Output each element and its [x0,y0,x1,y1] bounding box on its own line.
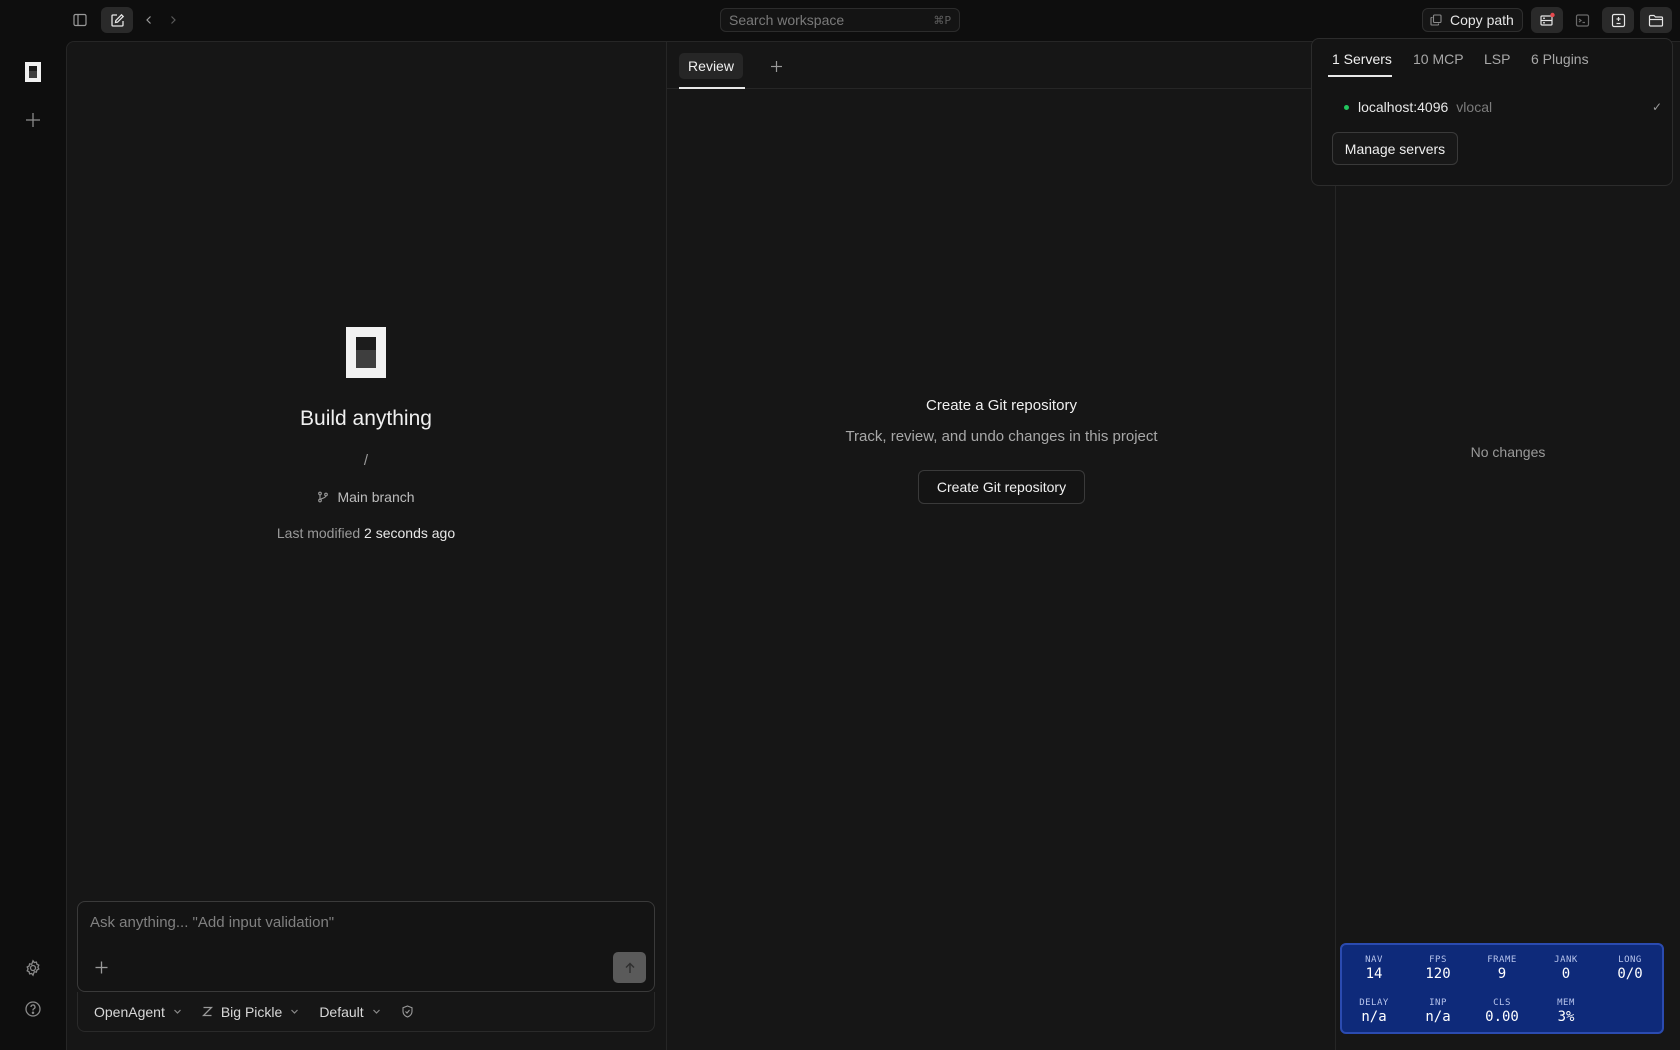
variant-label: Default [319,1003,364,1020]
server-version: vlocal [1456,99,1493,115]
toggle-sidebar-button[interactable] [64,7,96,33]
chevron-down-icon [372,1009,380,1014]
perf-monitor: NAV 14 FPS 120 FRAME 9 JANK 0 LONG 0/0 DELAY n… [1340,943,1664,1034]
tab-mcp[interactable]: 10 MCP [1413,51,1464,67]
review-panel: Review Create a Git repository Track, re… [667,41,1336,1050]
metric-delay: DELAY n/a [1359,998,1389,1025]
plus-icon [95,961,107,973]
help-icon [25,1001,41,1017]
variant-select[interactable]: Default [319,1004,380,1020]
status-button[interactable] [1531,7,1563,33]
new-session-button[interactable] [101,7,133,33]
tab-lsp[interactable]: LSP [1484,51,1510,67]
project-path: / [363,452,369,469]
search-shortcut: ⌘P [933,13,951,27]
project-button[interactable] [17,56,49,88]
metric-fps: FPS 120 [1425,955,1451,982]
plus-icon [26,113,40,127]
git-branch-icon [318,491,329,503]
top-bar: Search workspace ⌘P Copy path [0,0,1680,40]
tab-active-indicator [679,87,745,89]
chevron-down-icon [291,1009,299,1014]
app-logo-icon [25,62,41,82]
metric-mem: MEM 3% [1557,998,1575,1025]
prompt-toolbar: OpenAgent Big Pickle Default [77,992,655,1032]
no-changes-label: No changes [1470,444,1546,460]
plus-icon [770,60,782,72]
metric-inp: INP n/a [1425,998,1451,1025]
empty-state-subtitle: Track, review, and undo changes in this … [845,428,1158,445]
branch-info: Main branch [66,489,666,505]
tab-plugins[interactable]: 6 Plugins [1531,51,1589,67]
permissions-button[interactable] [401,1005,414,1018]
tab-servers[interactable]: 1 Servers [1332,51,1392,67]
server-status-icon [1540,12,1555,26]
status-dot [1344,104,1349,110]
agent-select[interactable]: OpenAgent [94,1004,182,1020]
last-modified-time: 2 seconds ago [364,525,456,541]
chevron-down-icon [173,1009,181,1014]
model-label: Big Pickle [220,1003,283,1020]
page-title: Build anything [300,407,432,430]
arrow-up-icon [625,962,634,973]
metric-nav: NAV 14 [1365,955,1383,982]
search-placeholder: Search workspace [729,12,845,28]
session-panel: Build anything / Main branch Last modifi… [66,41,667,1050]
tab-review[interactable]: Review [679,53,743,79]
search-workspace-input[interactable]: Search workspace ⌘P [720,8,960,32]
status-popover: 1 Servers 10 MCP LSP 6 Plugins localhost… [1311,38,1673,186]
server-name: localhost:4096 [1358,99,1449,115]
attach-button[interactable] [90,956,112,978]
left-rail [0,40,66,1050]
empty-state-title: Create a Git repository [926,397,1077,414]
metric-frame: FRAME 9 [1487,955,1517,982]
terminal-icon [1575,13,1589,27]
chevron-left-icon [146,16,151,24]
add-tab-button[interactable] [765,55,787,77]
model-select[interactable]: Big Pickle [201,1003,299,1020]
model-provider-icon [201,1006,213,1017]
copy-icon [1430,14,1442,26]
branch-name: Main branch [337,489,415,505]
terminal-button[interactable] [1566,7,1598,33]
review-tabs: Review [667,41,1336,89]
prompt-box [77,901,655,992]
last-modified: Last modified 2 seconds ago [66,525,666,541]
tab-active-indicator [1328,75,1392,77]
metric-jank: JANK 0 [1554,955,1578,982]
gear-icon [26,959,40,977]
sidebar-icon [73,13,87,27]
chevron-right-icon [171,16,176,24]
server-item[interactable]: localhost:4096 vlocal ✓ [1344,97,1662,117]
app-logo-large [346,327,386,378]
copy-path-button[interactable]: Copy path [1422,8,1523,32]
compose-icon [110,13,124,27]
agent-label: OpenAgent [94,1003,165,1020]
metric-long: LONG 0/0 [1617,955,1643,982]
diff-icon [1611,13,1625,27]
folder-icon [1648,14,1664,27]
prompt-input[interactable] [90,914,630,931]
review-panel-button[interactable] [1602,7,1634,33]
manage-servers-button[interactable]: Manage servers [1332,132,1458,165]
shield-check-icon [402,1005,413,1018]
files-button[interactable] [1640,7,1672,33]
check-icon: ✓ [1651,100,1662,114]
settings-button[interactable] [17,952,49,984]
last-modified-label: Last modified [276,525,361,541]
send-button[interactable] [613,952,646,983]
copy-path-label: Copy path [1450,12,1514,28]
create-git-repo-button[interactable]: Create Git repository [918,470,1085,504]
add-project-button[interactable] [17,104,49,136]
forward-button[interactable] [157,7,189,33]
changes-panel: No changes [1336,41,1680,1050]
help-button[interactable] [17,993,49,1025]
metric-cls: CLS 0.00 [1485,998,1519,1025]
